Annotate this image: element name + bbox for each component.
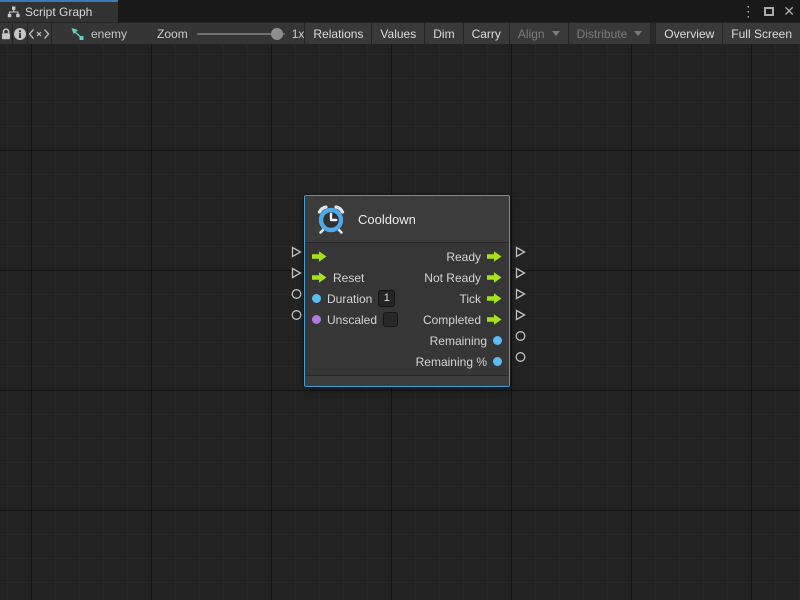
port-connector-not-ready[interactable] [515, 267, 526, 279]
node-row: Remaining % [305, 351, 509, 372]
graph-breadcrumb[interactable]: enemy [70, 23, 127, 44]
overview-button[interactable]: Overview [655, 23, 722, 44]
graph-name: enemy [91, 27, 127, 41]
reset-port-icon[interactable] [312, 272, 327, 283]
node-row: Reset Not Ready [305, 267, 509, 288]
graph-canvas[interactable]: Cooldown Ready [0, 44, 800, 600]
carry-label: Carry [472, 27, 501, 41]
dropdown-arrow-icon [552, 31, 560, 36]
graph-toolbar: enemy Zoom 1x Relations Values Dim Carry… [0, 22, 800, 44]
zoom-value: 1x [292, 27, 305, 41]
relations-button[interactable]: Relations [304, 23, 371, 44]
port-label: Duration [327, 292, 372, 306]
port-label: Ready [446, 250, 481, 264]
not-ready-port-icon[interactable] [487, 272, 502, 283]
duration-input[interactable]: 1 [378, 290, 395, 307]
port-label: Completed [423, 313, 481, 327]
port-connector-flow-in[interactable] [291, 246, 302, 258]
info-icon [13, 27, 27, 41]
port-connector-duration[interactable] [291, 288, 302, 300]
port-connector-completed[interactable] [515, 309, 526, 321]
alarm-clock-icon [315, 203, 347, 235]
dim-button[interactable]: Dim [424, 23, 462, 44]
zoom-slider-handle[interactable] [271, 28, 283, 40]
tab-script-graph[interactable]: Script Graph [0, 0, 118, 22]
port-connector-ready[interactable] [515, 246, 526, 258]
port-label: Not Ready [424, 271, 481, 285]
code-view-button[interactable] [28, 23, 52, 44]
completed-port-icon[interactable] [487, 314, 502, 325]
node-ports: Ready Reset Not Ready [305, 243, 509, 372]
align-label: Align [518, 27, 545, 41]
window-controls: ⋮ ✕ [741, 0, 795, 22]
graph-pointer-icon [70, 27, 85, 41]
port-connector-unscaled[interactable] [291, 309, 302, 321]
node-row: Ready [305, 246, 509, 267]
relations-label: Relations [313, 27, 363, 41]
port-connector-remaining-pct[interactable] [515, 351, 526, 363]
hierarchy-graph-icon [7, 6, 20, 18]
overview-label: Overview [664, 27, 714, 41]
port-label: Tick [459, 292, 481, 306]
distribute-label: Distribute [577, 27, 628, 41]
full-screen-label: Full Screen [731, 27, 792, 41]
tick-port-icon[interactable] [487, 293, 502, 304]
node-row: Duration 1 Tick [305, 288, 509, 309]
maximize-icon[interactable] [764, 7, 774, 16]
dropdown-arrow-icon [634, 31, 642, 36]
cooldown-node[interactable]: Cooldown Ready [304, 195, 510, 387]
info-button[interactable] [13, 23, 28, 44]
toolbar-buttons: Relations Values Dim Carry Align Distrib… [304, 23, 800, 44]
port-connector-remaining[interactable] [515, 330, 526, 342]
remaining-port-icon[interactable] [493, 336, 502, 345]
node-title: Cooldown [358, 212, 416, 227]
distribute-button: Distribute [568, 23, 651, 44]
node-row: Remaining [305, 330, 509, 351]
unscaled-port-icon[interactable] [312, 315, 321, 324]
carry-button[interactable]: Carry [463, 23, 509, 44]
lock-icon [0, 27, 12, 41]
menu-icon[interactable]: ⋮ [741, 0, 755, 22]
close-icon[interactable]: ✕ [783, 0, 795, 22]
port-label: Remaining % [416, 355, 487, 369]
node-header[interactable]: Cooldown [305, 196, 509, 243]
zoom-slider[interactable] [197, 33, 285, 35]
port-connector-tick[interactable] [515, 288, 526, 300]
ready-port-icon[interactable] [487, 251, 502, 262]
values-button[interactable]: Values [371, 23, 424, 44]
node-footer [305, 375, 509, 386]
lock-button[interactable] [0, 23, 13, 44]
align-button: Align [509, 23, 568, 44]
duration-port-icon[interactable] [312, 294, 321, 303]
code-brackets-icon [28, 28, 50, 40]
unscaled-checkbox[interactable] [383, 312, 398, 327]
tab-title: Script Graph [25, 5, 92, 19]
port-label: Remaining [430, 334, 487, 348]
port-label: Reset [333, 271, 364, 285]
port-connector-reset[interactable] [291, 267, 302, 279]
node-row: Unscaled Completed [305, 309, 509, 330]
remaining-pct-port-icon[interactable] [493, 357, 502, 366]
port-label: Unscaled [327, 313, 377, 327]
zoom-label: Zoom [157, 27, 188, 41]
values-label: Values [380, 27, 416, 41]
full-screen-button[interactable]: Full Screen [722, 23, 800, 44]
dim-label: Dim [433, 27, 454, 41]
tab-bar: Script Graph ⋮ ✕ [0, 0, 800, 22]
flow-input-port-icon[interactable] [312, 251, 327, 262]
zoom-control: Zoom 1x [127, 23, 304, 44]
